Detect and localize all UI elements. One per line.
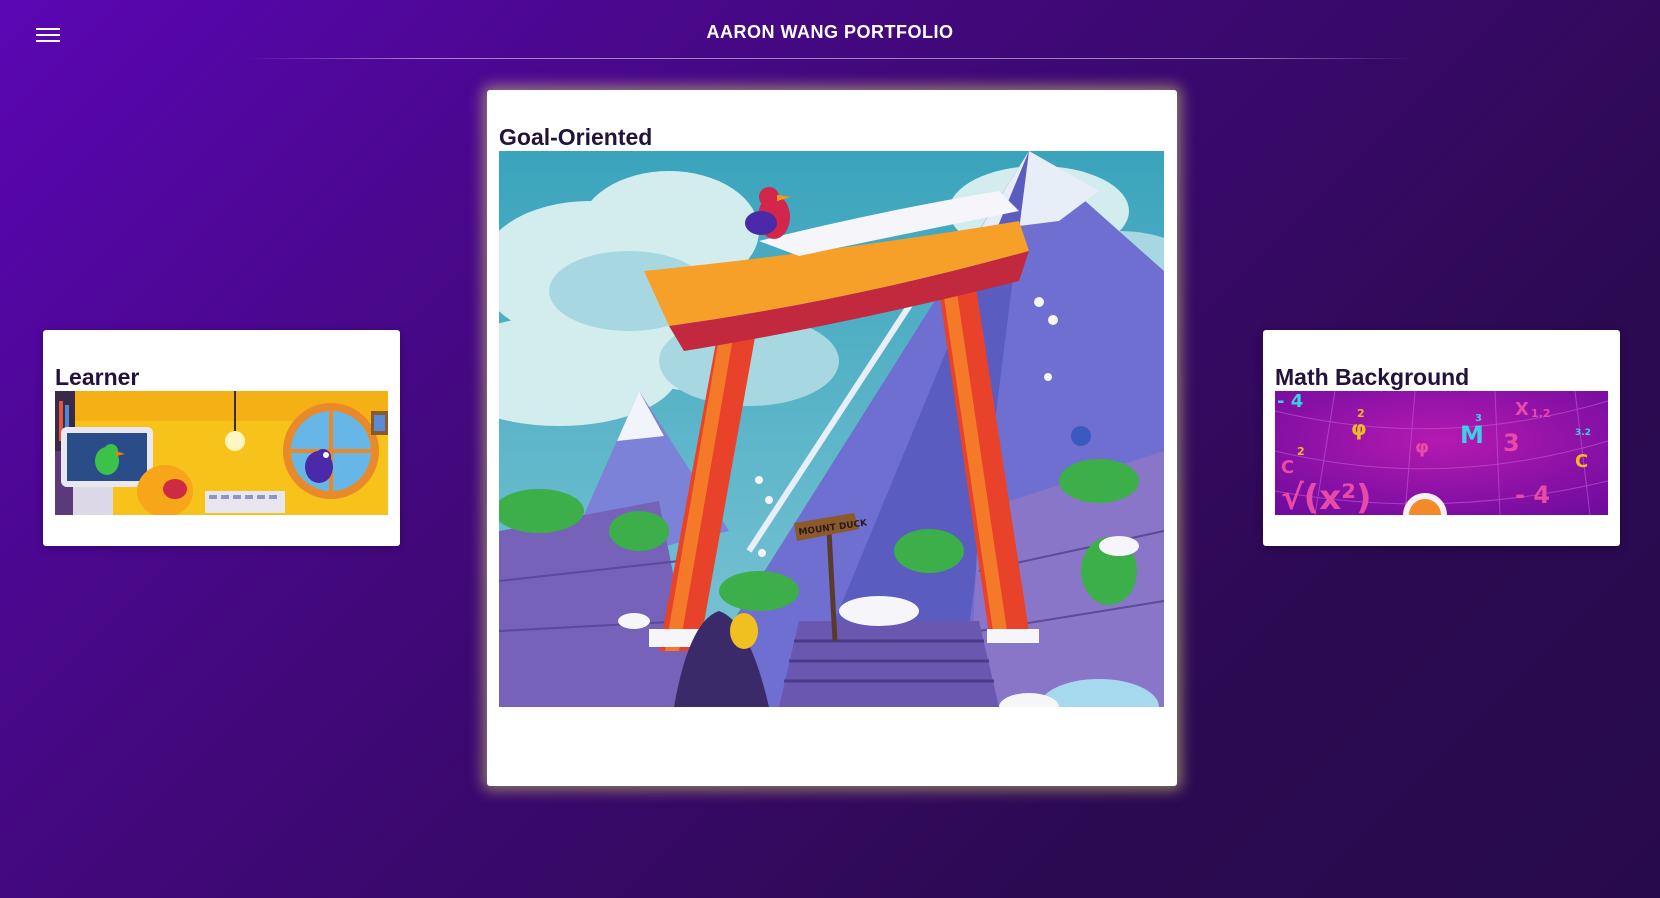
- math-background-illustration: - 4 φ 2 φ M 3 3 X 1.2 3.2 C C 2 √(x²) - …: [1275, 391, 1608, 515]
- svg-text:φ: φ: [1415, 437, 1429, 458]
- svg-text:2: 2: [1297, 445, 1305, 458]
- svg-text:1.2: 1.2: [1531, 407, 1551, 420]
- card-title: Math Background: [1275, 364, 1470, 390]
- svg-text:3.2: 3.2: [1575, 428, 1591, 438]
- svg-text:- 4: - 4: [1515, 481, 1550, 509]
- top-bar: AARON WANG PORTFOLIO: [0, 0, 1660, 60]
- learner-illustration: [55, 391, 388, 515]
- svg-text:X: X: [1515, 399, 1529, 420]
- svg-text:C: C: [1575, 451, 1588, 472]
- svg-text:C: C: [1281, 457, 1294, 478]
- card-title: Goal-Oriented: [499, 124, 653, 150]
- goal-oriented-illustration: MOUNT DUCK: [499, 151, 1164, 707]
- svg-text:M: M: [1460, 421, 1484, 449]
- svg-text:√(x²): √(x²): [1281, 478, 1372, 515]
- title-divider: [245, 58, 1415, 59]
- card-title: Learner: [55, 364, 140, 390]
- carousel-card-math-background[interactable]: Math Background - 4 φ 2 φ M 3 3 X 1.2 3.…: [1263, 330, 1620, 546]
- svg-text:2: 2: [1357, 407, 1365, 420]
- site-title: AARON WANG PORTFOLIO: [706, 22, 954, 42]
- svg-text:3: 3: [1475, 413, 1482, 424]
- carousel-card-learner[interactable]: Learner: [43, 330, 400, 546]
- svg-text:3: 3: [1503, 429, 1520, 457]
- carousel-card-goal-oriented[interactable]: Goal-Oriented MOUNT DUCK: [487, 90, 1177, 786]
- svg-text:- 4: - 4: [1277, 391, 1303, 412]
